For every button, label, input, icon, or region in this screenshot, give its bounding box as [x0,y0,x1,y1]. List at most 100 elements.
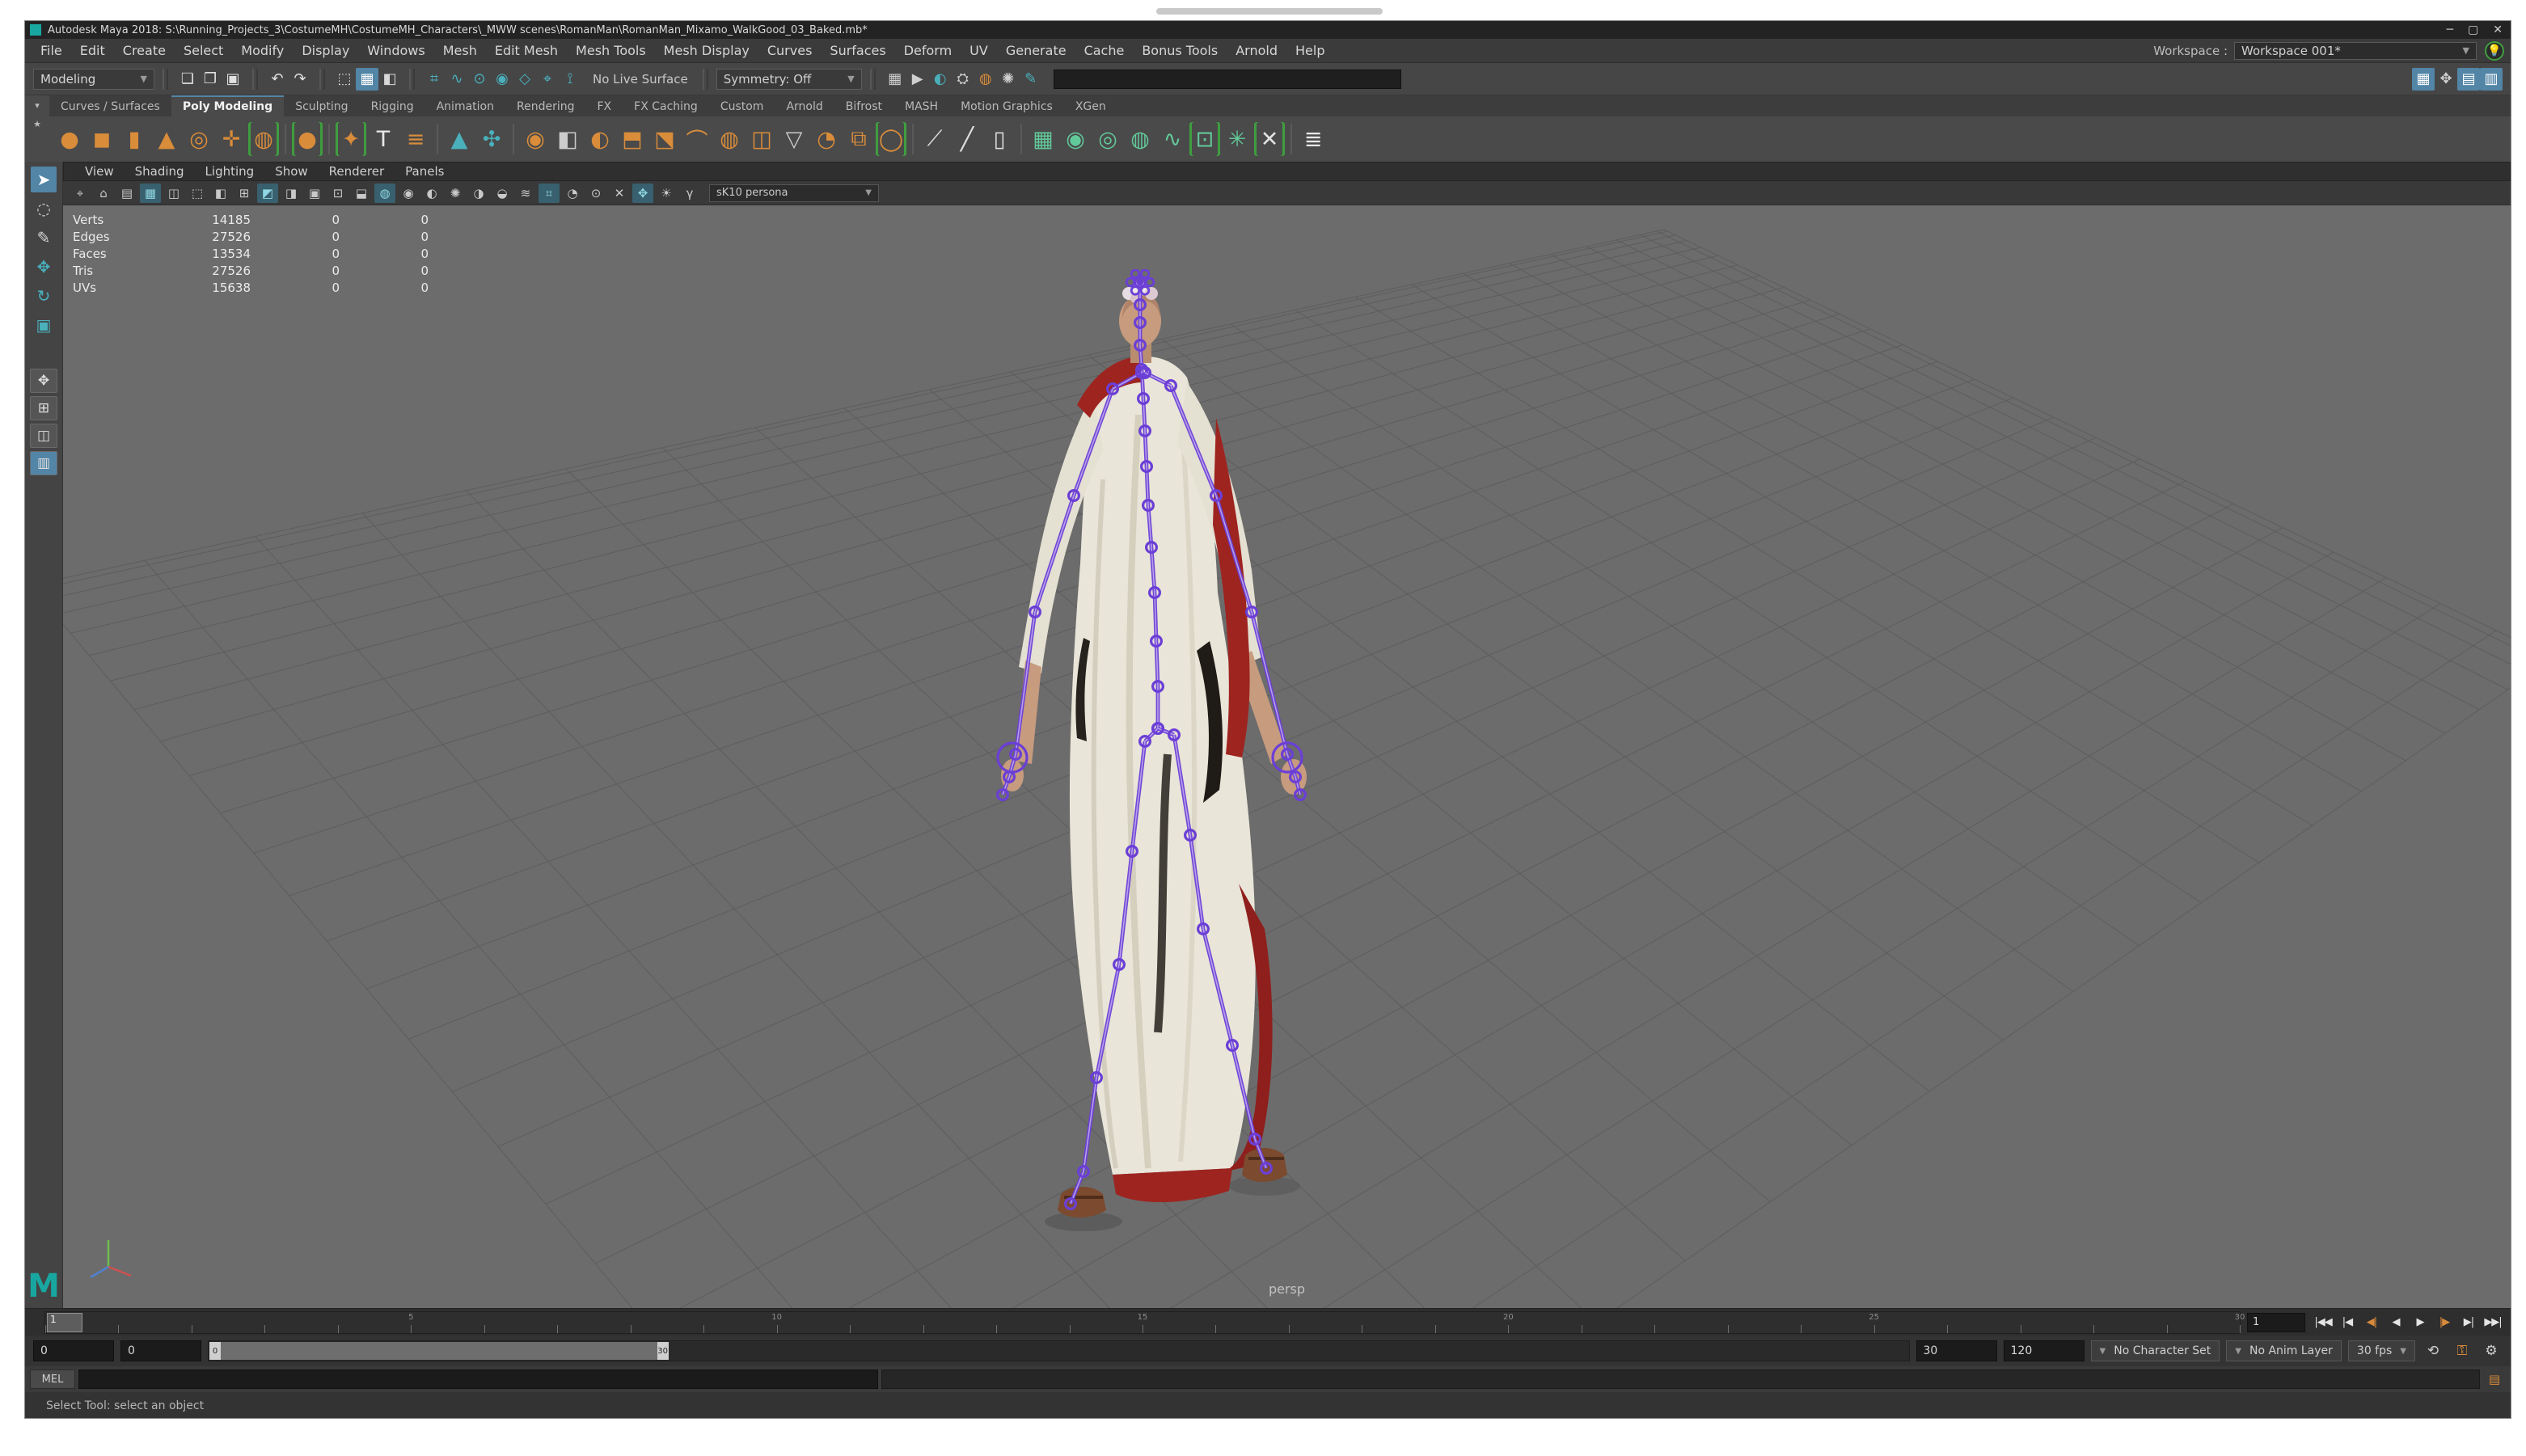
ipr-render-icon[interactable]: ◐ [929,68,952,91]
textured-icon[interactable]: ◐ [421,184,442,203]
panel-menu-view[interactable]: View [75,164,124,179]
select-tool[interactable]: ➤ [31,167,57,192]
combine-icon[interactable]: ◉ [520,122,551,156]
range-slider[interactable]: 0 30 [208,1340,1910,1361]
menu-file[interactable]: File [32,39,71,63]
exposure-icon[interactable]: ☀ [656,184,677,203]
timeline[interactable]: 1 51015202530 [44,1311,2241,1334]
select-hierarchy-icon[interactable]: ⬚ [333,68,356,91]
shelf-tab-motion-graphics[interactable]: Motion Graphics [949,97,1064,116]
mel-label[interactable]: MEL [30,1369,75,1389]
relax-icon[interactable]: ◎ [1092,122,1123,156]
screen-space-ao-icon[interactable]: ◒ [492,184,513,203]
layout-four-pane-button[interactable]: ⊞ [30,396,57,420]
sweep-mesh-icon[interactable]: ≡ [400,122,431,156]
group-divider[interactable] [319,69,325,90]
menu-windows[interactable]: Windows [358,39,433,63]
menu-curves[interactable]: Curves [758,39,822,63]
connect-icon[interactable]: ╱ [952,122,982,156]
menu-mesh[interactable]: Mesh [434,39,486,63]
render-view-icon[interactable]: ▦ [884,68,906,91]
shelf-tab-custom[interactable]: Custom [709,97,775,116]
menu-display[interactable]: Display [293,39,358,63]
play-backwards-button[interactable]: ◀ [2384,1312,2407,1333]
lasso-tool[interactable]: ◌ [31,196,57,222]
field-chart-icon[interactable]: ▣ [304,184,325,203]
layout-two-pane-button[interactable]: ◫ [30,424,57,448]
group-divider[interactable] [409,69,415,90]
shelf-tab-xgen[interactable]: XGen [1064,97,1117,116]
menu-select[interactable]: Select [175,39,232,63]
script-notes-icon[interactable]: ≣ [1298,122,1328,156]
extrude-icon[interactable]: ⬒ [617,122,648,156]
transform-constraint-icon[interactable]: ⊡ [1189,122,1220,156]
quad-draw-icon[interactable]: ▦ [1028,122,1058,156]
open-scene-icon[interactable]: ❐ [199,68,222,91]
shelf-tab-fx[interactable]: FX [585,97,623,116]
menu-deform[interactable]: Deform [895,39,961,63]
snap-grid-icon[interactable]: ⌗ [423,68,446,91]
menu-surfaces[interactable]: Surfaces [821,39,894,63]
x-ray-joints-icon[interactable]: ✥ [632,184,653,203]
platonic-solid-icon[interactable]: ✦ [336,122,366,156]
minimize-button[interactable]: ─ [2447,23,2453,36]
construction-plane-icon[interactable]: ▲ [444,122,475,156]
smooth-icon[interactable]: ◍ [714,122,745,156]
poly-cube-icon[interactable]: ◼ [87,122,117,156]
close-button[interactable]: ✕ [2493,23,2503,36]
menu-modify[interactable]: Modify [232,39,293,63]
multi-cut-icon[interactable]: ⟋ [919,122,950,156]
use-all-lights-icon[interactable]: ✺ [445,184,466,203]
move-tool[interactable]: ✥ [31,254,57,280]
viewport-camera-selector[interactable]: sK10 persona ▼ [709,184,879,202]
separate-icon[interactable]: ◧ [552,122,583,156]
reduce-icon[interactable]: ▽ [779,122,809,156]
bevel-icon[interactable]: ⬔ [649,122,680,156]
shelf-tab-animation[interactable]: Animation [425,97,505,116]
group-divider[interactable] [703,69,708,90]
shadows-icon[interactable]: ◑ [468,184,489,203]
resolution-gate-icon[interactable]: ◩ [257,184,278,203]
duplicate-face-icon[interactable]: ⧉ [843,122,874,156]
poly-torus-icon[interactable]: ◎ [184,122,214,156]
sculpt-icon[interactable]: ◉ [1060,122,1091,156]
snap-projected-center-icon[interactable]: ◉ [491,68,513,91]
range-end-handle[interactable]: 30 [657,1342,669,1360]
shelf-menu-icon[interactable]: ★ [33,119,41,129]
paint-select-tool[interactable]: ✎ [31,225,57,251]
hypershade-icon[interactable]: ◍ [974,68,997,91]
two-d-pan-zoom-icon[interactable]: ⬚ [187,184,208,203]
shelf-tab-arnold[interactable]: Arnold [775,97,834,116]
poly-disc-icon[interactable]: ◍ [248,122,279,156]
shelf-tab-rendering[interactable]: Rendering [505,97,586,116]
grab-icon[interactable]: ◍ [1125,122,1155,156]
mel-input[interactable] [78,1369,878,1389]
play-forwards-button[interactable]: ▶ [2409,1312,2431,1333]
group-divider[interactable] [252,69,258,90]
redo-icon[interactable]: ↷ [289,68,311,91]
safe-title-icon[interactable]: ⬓ [351,184,372,203]
menu-help[interactable]: Help [1286,39,1333,63]
select-camera-icon[interactable]: ⌖ [70,184,91,203]
group-divider[interactable] [163,69,168,90]
menu-edit[interactable]: Edit [71,39,114,63]
multisample-icon[interactable]: ⌗ [539,184,560,203]
render-current-frame-icon[interactable]: ▶ [906,68,929,91]
gamma-icon[interactable]: γ [679,184,700,203]
poly-cone-icon[interactable]: ▲ [151,122,182,156]
character-set-selector[interactable]: ▼ No Character Set [2091,1340,2220,1361]
type-tool-icon[interactable]: T [368,122,399,156]
rotate-tool[interactable]: ↻ [31,283,57,309]
group-divider[interactable] [870,69,876,90]
shelf-tab-mash[interactable]: MASH [893,97,949,116]
character-figure[interactable] [977,269,1365,1231]
snap-point-icon[interactable]: ⊙ [468,68,491,91]
bookmark-icon[interactable]: ▦ [140,184,161,203]
shaded-icon[interactable]: ◉ [398,184,419,203]
attribute-editor-toggle[interactable]: ▤ [2457,68,2480,91]
circularize-icon[interactable]: ◯ [876,122,906,156]
playback-loop-icon[interactable]: ⟲ [2422,1340,2444,1361]
channel-box-toggle[interactable]: ▥ [2480,68,2503,91]
maximize-button[interactable]: ▢ [2468,23,2478,36]
snap-curve-icon[interactable]: ∿ [446,68,468,91]
